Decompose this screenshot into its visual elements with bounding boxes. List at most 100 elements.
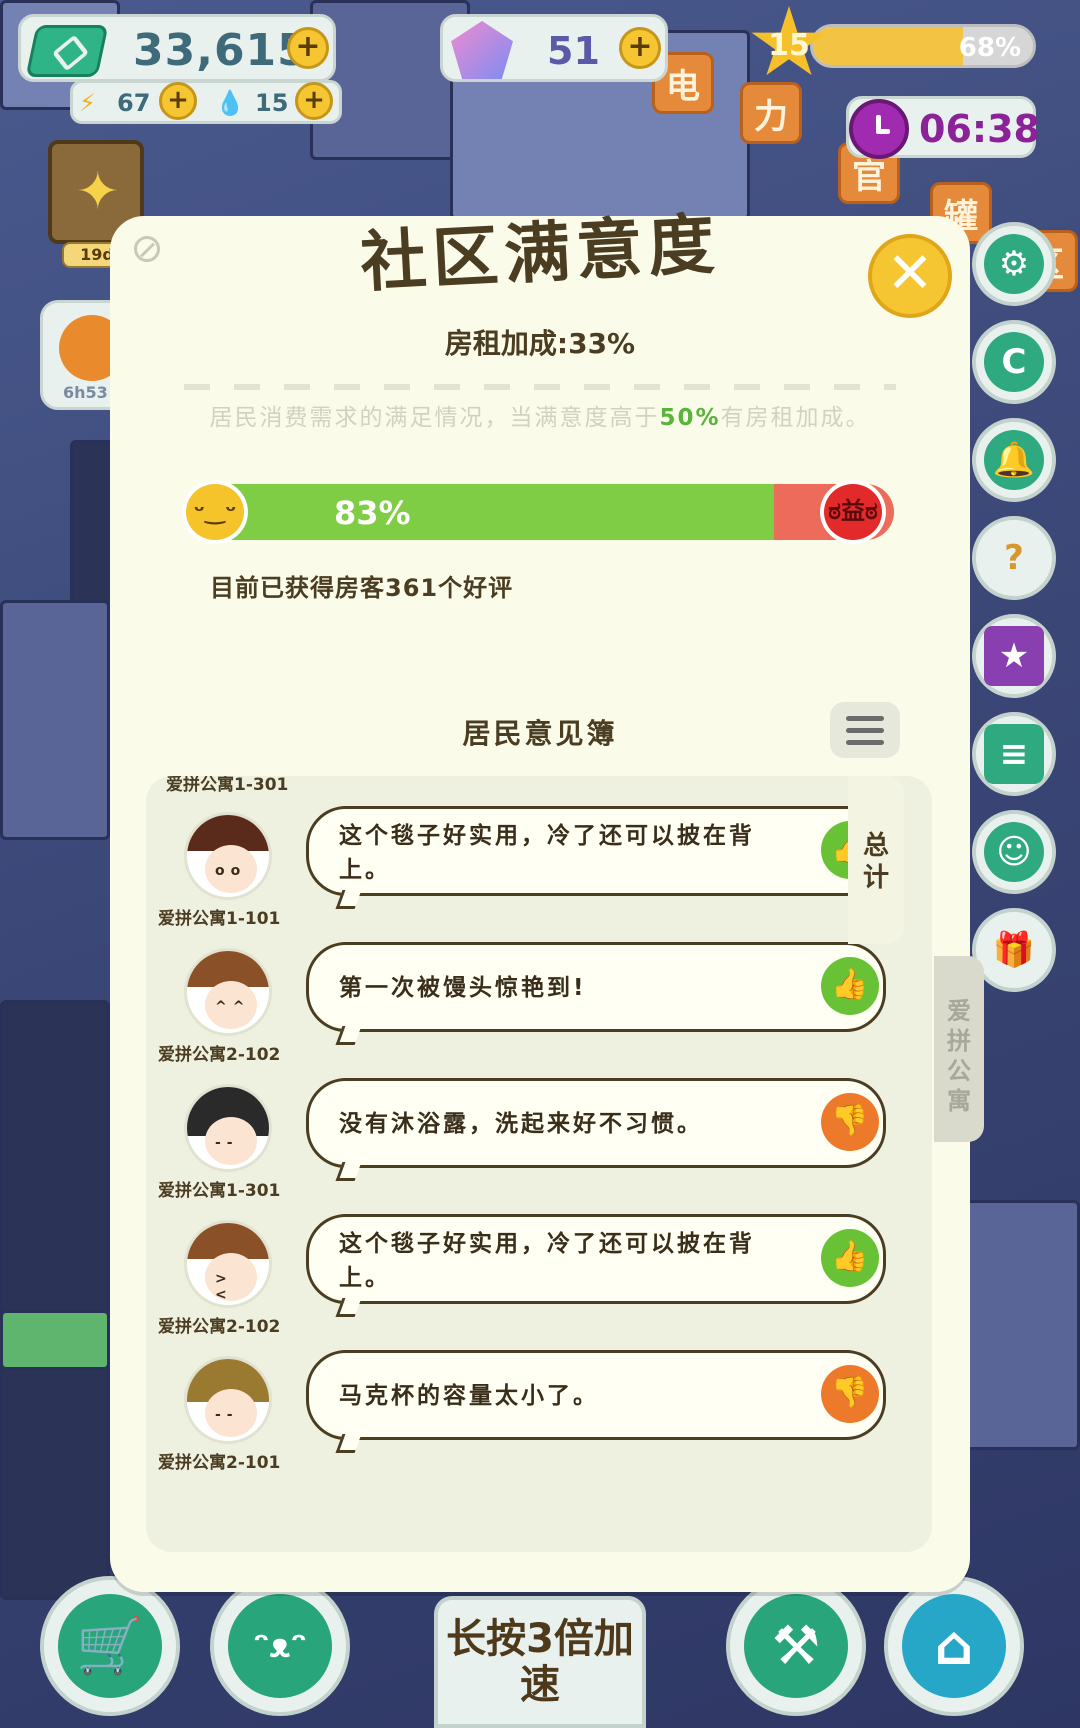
satisfaction-bar: 83%	[186, 484, 894, 540]
settings-button[interactable]: ⚙	[972, 222, 1056, 306]
speech-bubble: 马克杯的容量太小了。 👎	[306, 1350, 886, 1440]
feedback-item: -- 爱拼公寓2-101 马克杯的容量太小了。 👎	[146, 1350, 932, 1492]
tab-apartment[interactable]: 爱拼公寓	[934, 956, 984, 1142]
speech-bubble: 没有沐浴露，洗起来好不习惯。 👎	[306, 1078, 886, 1168]
feedback-item: -- 爱拼公寓1-301 没有沐浴露，洗起来好不习惯。 👎	[146, 1078, 932, 1220]
author-name: 爱拼公寓2-102	[158, 1045, 281, 1065]
feedback-text: 第一次被馒头惊艳到!	[339, 975, 587, 1001]
author-name: 爱拼公寓1-301	[158, 1181, 281, 1201]
level-number: 15	[768, 28, 810, 63]
add-gems-button[interactable]: +	[619, 27, 661, 69]
avatar: --	[184, 1084, 272, 1172]
feedback-author-clipped: 爱拼公寓1-301	[166, 776, 289, 795]
timer-display: 06:38	[846, 96, 1040, 159]
gear-icon: ⚙	[984, 234, 1044, 294]
avatar: oo	[184, 812, 272, 900]
star-book-icon: ★	[984, 626, 1044, 686]
mystery-box-button[interactable]: ?	[972, 516, 1056, 600]
satisfaction-panel: 社区满意度 ✕ 房租加成:33% 居民消费需求的满足情况，当满意度高于50%有房…	[110, 205, 970, 1592]
tools-icon: ⚒	[744, 1594, 848, 1698]
list-view-button[interactable]	[830, 702, 900, 758]
laughing-face-icon: ᵔᴥᵔ	[228, 1594, 332, 1698]
cash-icon	[25, 25, 109, 77]
speed-up-button[interactable]: 长按3倍加速	[434, 1596, 646, 1728]
feedback-item: oo 爱拼公寓1-101 这个毯子好实用，冷了还可以披在背上。 👍	[146, 806, 932, 948]
clock-icon	[849, 99, 909, 159]
author-name: 爱拼公寓2-102	[158, 1317, 281, 1337]
add-energy-button[interactable]: +	[159, 82, 197, 120]
feedback-text: 这个毯子好实用，冷了还可以披在背上。	[339, 823, 755, 883]
sign-tile: 力	[740, 82, 802, 144]
thumbs-up-icon: 👍	[821, 957, 879, 1015]
gem-display: 51 +	[440, 14, 668, 82]
tab-apartment-label: 爱拼公寓	[947, 997, 971, 1115]
add-water-button[interactable]: +	[295, 82, 333, 120]
author-name: 爱拼公寓2-101	[158, 1453, 281, 1473]
avatar-eyes: ><	[215, 1271, 233, 1303]
gift-button[interactable]: 🎁	[972, 908, 1056, 992]
vehicle	[0, 1310, 110, 1370]
level-progress-text: 68%	[958, 33, 1021, 63]
avatar: ^^	[184, 948, 272, 1036]
chat-button[interactable]: ☺	[972, 810, 1056, 894]
feedback-text: 没有沐浴露，洗起来好不习惯。	[339, 1111, 703, 1137]
gift-icon: 🎁	[992, 930, 1036, 970]
satisfaction-description: 居民消费需求的满足情况，当满意度高于50%有房租加成。	[110, 398, 970, 432]
gem-icon	[451, 21, 513, 79]
feedback-list[interactable]: 爱拼公寓1-301 oo 爱拼公寓1-101 这个毯子好实用，冷了还可以披在背上…	[146, 776, 932, 1552]
close-button[interactable]: ✕	[868, 234, 952, 318]
add-money-button[interactable]: +	[287, 27, 329, 69]
tab-total[interactable]: 总计	[848, 776, 904, 944]
tab-total-label: 总计	[862, 831, 889, 893]
feedback-item: ^^ 爱拼公寓2-102 第一次被馒头惊艳到! 👍	[146, 942, 932, 1084]
emote-button[interactable]: ᵔᴥᵔ	[210, 1576, 350, 1716]
mystery-box-icon: ?	[1004, 538, 1024, 578]
author-name: 爱拼公寓1-101	[158, 909, 281, 929]
satisfaction-percent: 83%	[334, 494, 411, 532]
notification-button[interactable]: 🔔	[972, 418, 1056, 502]
thumbs-down-icon: 👎	[821, 1093, 879, 1151]
gem-value: 51	[547, 29, 600, 73]
coin-c-icon: C	[984, 332, 1044, 392]
angry-face-icon: ಠ益ಠ	[820, 480, 886, 544]
home-edit-button[interactable]: ⌂	[884, 1576, 1024, 1716]
notes-button[interactable]: ≡	[972, 712, 1056, 796]
star-book-button[interactable]: ★	[972, 614, 1056, 698]
rent-bonus: 房租加成:33%	[444, 327, 636, 360]
building	[0, 1000, 110, 1600]
desc-threshold: 50%	[659, 405, 721, 431]
happy-face-icon: ᵕ‿ᵕ	[182, 480, 248, 544]
build-tools-button[interactable]: ⚒	[726, 1576, 866, 1716]
currency-button[interactable]: C	[972, 320, 1056, 404]
shop-button[interactable]: 🛒	[40, 1576, 180, 1716]
cart-icon: 🛒	[58, 1594, 162, 1698]
speech-bubble: 第一次被馒头惊艳到! 👍	[306, 942, 886, 1032]
home-wrench-icon: ⌂	[902, 1594, 1006, 1698]
water-value: 15	[255, 89, 289, 117]
thumbs-down-icon: 👎	[821, 1365, 879, 1423]
avatar-eyes: ^^	[215, 999, 251, 1015]
avatar: --	[184, 1356, 272, 1444]
thumbs-up-icon: 👍	[821, 1229, 879, 1287]
timer-value: 06:38	[919, 107, 1040, 151]
level-display: 68% 15	[750, 6, 1042, 76]
satisfaction-bar-fill	[186, 484, 774, 540]
feedback-text: 马克杯的容量太小了。	[339, 1383, 599, 1409]
money-value: 33,615	[133, 25, 309, 76]
desc-text-end: 有房租加成。	[720, 405, 871, 431]
speed-up-label: 长按3倍加速	[446, 1616, 634, 1708]
level-progress-bar: 68%	[810, 24, 1036, 68]
list-icon	[846, 740, 884, 745]
feedback-item: >< 爱拼公寓2-102 这个毯子好实用，冷了还可以披在背上。 👍	[146, 1214, 932, 1356]
feedback-text: 这个毯子好实用，冷了还可以披在背上。	[339, 1231, 755, 1291]
list-icon	[846, 716, 884, 721]
level-progress-fill	[813, 27, 963, 65]
house-timer: 6h53	[63, 383, 108, 402]
avatar: ><	[184, 1220, 272, 1308]
desc-text: 居民消费需求的满足情况，当满意度高于	[209, 405, 660, 431]
avatar-eyes: --	[215, 1407, 239, 1423]
money-display: 33,615 +	[18, 14, 336, 82]
water-drop-icon: 💧	[215, 89, 245, 117]
speech-bubble: 这个毯子好实用，冷了还可以披在背上。 👍	[306, 1214, 886, 1304]
building	[0, 600, 110, 840]
